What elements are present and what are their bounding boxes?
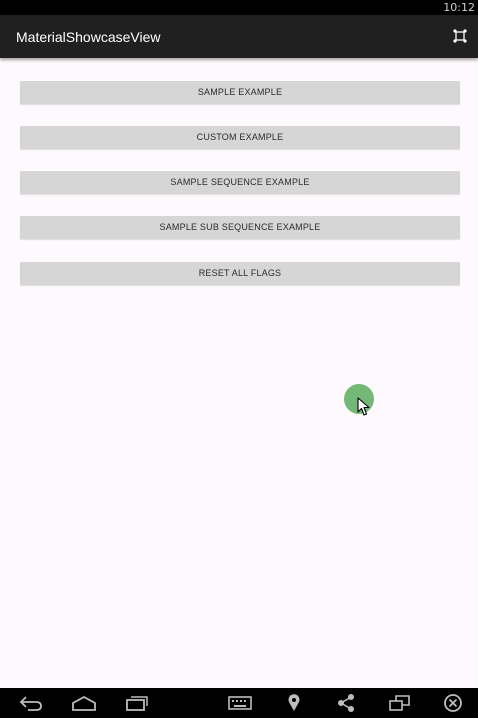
keyboard-icon[interactable] bbox=[227, 693, 253, 713]
sample-example-button[interactable]: SAMPLE EXAMPLE bbox=[20, 81, 460, 104]
rotate-icon[interactable] bbox=[387, 693, 413, 713]
fullscreen-toggle-icon[interactable] bbox=[453, 29, 467, 43]
back-icon[interactable] bbox=[18, 693, 44, 713]
reset-all-flags-button[interactable]: RESET ALL FLAGS bbox=[20, 262, 460, 285]
sample-sequence-example-button[interactable]: SAMPLE SEQUENCE EXAMPLE bbox=[20, 171, 460, 194]
location-icon[interactable] bbox=[281, 693, 307, 713]
status-time: 10:12 bbox=[443, 1, 475, 14]
recent-apps-icon[interactable] bbox=[124, 693, 150, 713]
app-bar: MaterialShowcaseView bbox=[0, 15, 478, 58]
navigation-bar bbox=[0, 688, 478, 718]
android-screen: 10:12 MaterialShowcaseView SAMPLE EXAMPL… bbox=[0, 0, 478, 718]
app-title: MaterialShowcaseView bbox=[16, 29, 161, 45]
main-content: SAMPLE EXAMPLE CUSTOM EXAMPLE SAMPLE SEQ… bbox=[0, 58, 478, 688]
share-icon[interactable] bbox=[333, 693, 359, 713]
close-icon[interactable] bbox=[440, 693, 466, 713]
mouse-pointer-icon bbox=[357, 397, 371, 417]
status-bar: 10:12 bbox=[0, 0, 478, 15]
custom-example-button[interactable]: CUSTOM EXAMPLE bbox=[20, 126, 460, 149]
sample-sub-sequence-example-button[interactable]: SAMPLE SUB SEQUENCE EXAMPLE bbox=[20, 216, 460, 239]
home-icon[interactable] bbox=[71, 693, 97, 713]
